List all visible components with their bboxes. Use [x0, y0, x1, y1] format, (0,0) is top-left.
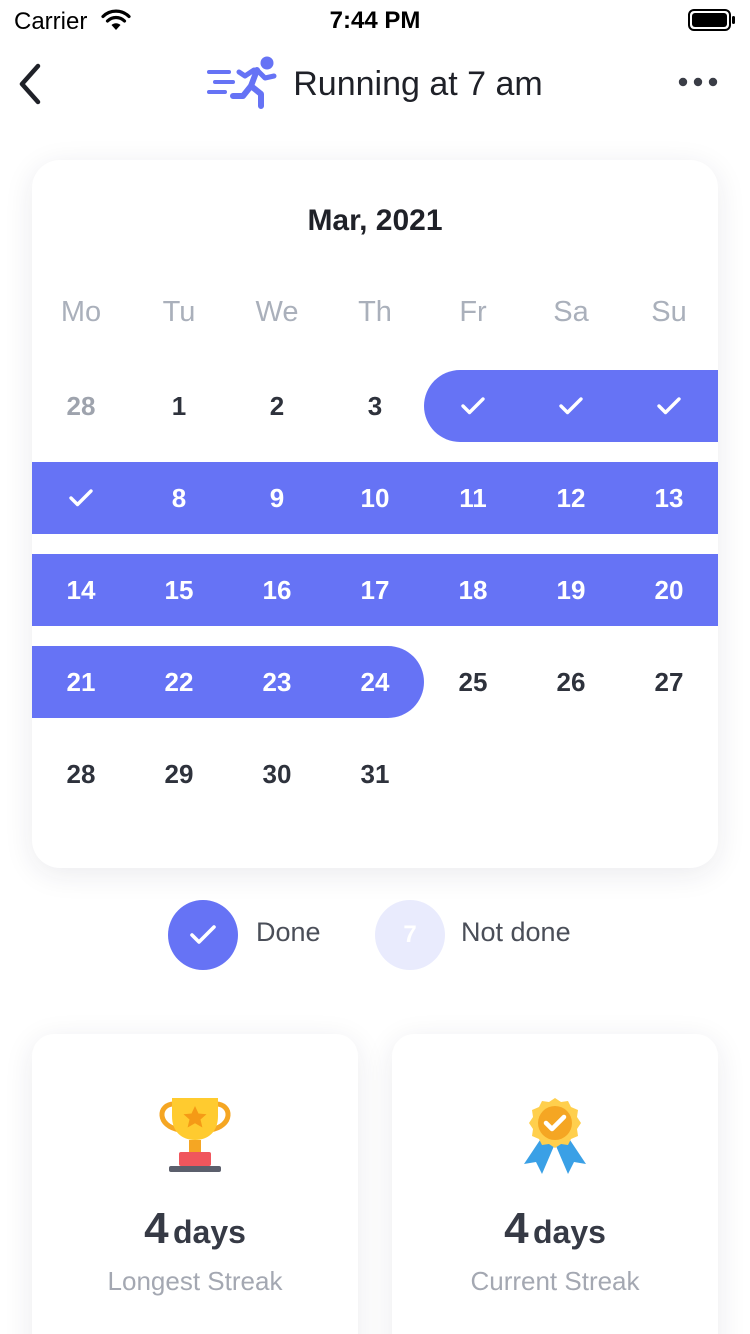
calendar-day[interactable] — [620, 370, 718, 442]
calendar-day[interactable]: 20 — [620, 554, 718, 626]
checkmark-icon — [559, 397, 583, 415]
calendar-day[interactable]: 3 — [326, 370, 424, 442]
checkmark-icon — [657, 397, 681, 415]
calendar-day[interactable]: 28 — [32, 738, 130, 810]
clock-time: 7:44 PM — [329, 7, 421, 34]
calendar-day[interactable]: 16 — [228, 554, 326, 626]
calendar-day[interactable]: 25 — [424, 646, 522, 718]
current-streak-value: 4 days — [392, 1204, 718, 1254]
weekday-label: Sa — [553, 296, 589, 328]
weekday-header: Mo Tu We Th Fr Sa Su — [32, 296, 718, 336]
calendar-day[interactable]: 21 — [32, 646, 130, 718]
calendar-day[interactable]: 30 — [228, 738, 326, 810]
legend-done-swatch — [168, 900, 238, 970]
checkmark-icon — [461, 397, 485, 415]
calendar-day[interactable]: 12 — [522, 462, 620, 534]
calendar-day[interactable]: 13 — [620, 462, 718, 534]
legend: Done 7 Not done — [0, 900, 750, 970]
weekday-label: Mo — [60, 296, 102, 328]
more-options-button[interactable] — [676, 64, 720, 100]
longest-streak-value: 4 days — [32, 1204, 358, 1254]
calendar-day[interactable]: 31 — [326, 738, 424, 810]
calendar-day[interactable]: 17 — [326, 554, 424, 626]
longest-streak-label: Longest Streak — [107, 1266, 283, 1296]
calendar-day[interactable]: 22 — [130, 646, 228, 718]
legend-done-label: Done — [256, 917, 321, 947]
weekday-label: Tu — [162, 296, 196, 328]
calendar-day[interactable]: 27 — [620, 646, 718, 718]
checkmark-icon — [190, 925, 216, 944]
weekday-label: Su — [651, 296, 687, 328]
calendar-day[interactable]: 28 — [32, 370, 130, 442]
current-streak-card: 4 days Current Streak — [392, 1034, 718, 1334]
calendar-day[interactable]: 9 — [228, 462, 326, 534]
nav-bar: Running at 7 am — [0, 44, 750, 124]
calendar-day[interactable] — [424, 370, 522, 442]
calendar-day[interactable]: 1 — [130, 370, 228, 442]
weekday-label: Th — [358, 296, 392, 328]
legend-not-done-label: Not done — [461, 917, 571, 947]
nav-title-group: Running at 7 am — [0, 54, 750, 114]
checkmark-icon — [69, 489, 93, 507]
calendar-day[interactable]: 23 — [228, 646, 326, 718]
calendar-day[interactable]: 18 — [424, 554, 522, 626]
calendar-card: Mar, 2021 Mo Tu We Th Fr Sa Su 28 1 2 3 8 9 10 11 12 13… — [32, 160, 718, 868]
month-label: Mar, 2021 — [307, 204, 443, 237]
longest-streak-number: 4 — [144, 1204, 169, 1253]
calendar-day[interactable]: 11 — [424, 462, 522, 534]
calendar-day[interactable] — [522, 370, 620, 442]
calendar-day[interactable] — [32, 462, 130, 534]
calendar-day[interactable]: 24 — [326, 646, 424, 718]
calendar-day[interactable]: 15 — [130, 554, 228, 626]
calendar-day[interactable]: 8 — [130, 462, 228, 534]
longest-streak-unit: days — [173, 1214, 246, 1250]
page-title: Running at 7 am — [293, 64, 543, 103]
legend-not-done-sample: 7 — [403, 921, 417, 948]
calendar-day[interactable]: 29 — [130, 738, 228, 810]
current-streak-unit: days — [533, 1214, 606, 1250]
current-streak-label: Current Streak — [470, 1266, 640, 1296]
legend-not-done-swatch: 7 — [375, 900, 445, 970]
calendar-day[interactable]: 10 — [326, 462, 424, 534]
more-dots-icon — [678, 77, 718, 87]
weekday-label: We — [255, 296, 299, 328]
calendar-day[interactable]: 26 — [522, 646, 620, 718]
calendar-day[interactable]: 19 — [522, 554, 620, 626]
status-bar: Carrier 7:44 PM — [0, 0, 750, 40]
longest-streak-card: 4 days Longest Streak — [32, 1034, 358, 1334]
battery-icon — [688, 9, 736, 36]
calendar-day[interactable]: 14 — [32, 554, 130, 626]
trophy-icon — [32, 1094, 358, 1176]
running-person-icon — [207, 54, 279, 115]
weekday-label: Fr — [459, 296, 487, 328]
current-streak-number: 4 — [504, 1204, 529, 1253]
medal-icon — [392, 1094, 718, 1176]
calendar-day[interactable]: 2 — [228, 370, 326, 442]
